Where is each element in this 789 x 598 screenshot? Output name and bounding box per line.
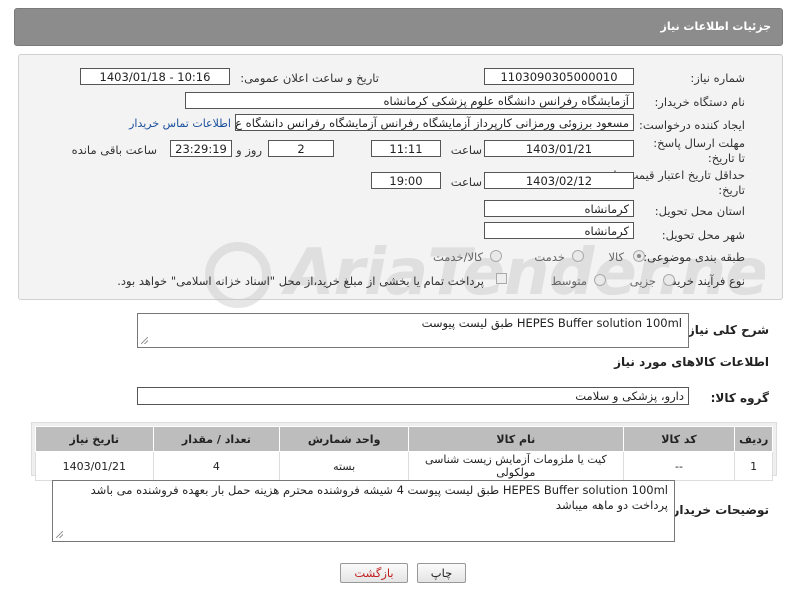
announce-datetime-field: 1403/01/18 - 10:16 — [80, 68, 230, 85]
category-goods-service-radio[interactable] — [490, 250, 502, 262]
cell-row-number: 1 — [734, 451, 773, 481]
cell-item-code: -- — [622, 451, 736, 481]
buyer-notes-line1: HEPES Buffer solution 100ml طبق لیست پیو… — [90, 483, 668, 497]
validity-time-field: 19:00 — [371, 172, 441, 189]
treasury-payment-checkbox[interactable] — [496, 273, 507, 284]
cell-unit: بسته — [279, 451, 410, 481]
category-service-label: خدمت — [534, 250, 565, 264]
goods-group-field: دارو، پزشکی و سلامت — [137, 387, 689, 405]
deadline-date-field: 1403/01/21 — [484, 140, 634, 157]
items-table: ردیف کد کالا نام کالا واحد شمارش تعداد /… — [35, 426, 773, 481]
cell-quantity: 4 — [152, 451, 281, 481]
summary-label: شرح کلی نیاز: — [683, 323, 769, 337]
cell-need-date: 1403/01/21 — [35, 451, 154, 481]
days-field: 2 — [268, 140, 334, 157]
days-label: روز و — [236, 143, 262, 157]
watermark-text: AriaTender.neT — [285, 236, 765, 310]
col-item-code: کد کالا — [622, 426, 736, 452]
col-row-number: ردیف — [734, 426, 773, 452]
city-field: کرمانشاه — [484, 222, 634, 239]
creator-label: ایجاد کننده درخواست: — [639, 118, 745, 132]
payment-note: پرداخت تمام یا بخشی از مبلغ خرید،از محل … — [117, 274, 484, 288]
summary-textarea[interactable]: HEPES Buffer solution 100ml طبق لیست پیو… — [137, 313, 689, 348]
summary-text: HEPES Buffer solution 100ml طبق لیست پیو… — [421, 316, 682, 330]
back-button[interactable]: بازگشت — [340, 563, 408, 583]
process-medium-label: متوسط — [550, 274, 587, 288]
province-field: کرمانشاه — [484, 200, 634, 217]
table-row: 1 -- کیت یا ملزومات آزمایش زیست شناسی مو… — [35, 451, 773, 481]
col-unit: واحد شمارش — [279, 426, 410, 452]
need-number-label: شماره نیاز: — [690, 71, 745, 85]
remaining-label: ساعت باقی مانده — [71, 143, 157, 157]
city-label: شهر محل تحویل: — [661, 228, 745, 242]
buyer-notes-textarea[interactable]: HEPES Buffer solution 100ml طبق لیست پیو… — [52, 480, 675, 542]
validity-date-field: 1403/02/12 — [484, 172, 634, 189]
category-goods-label: کالا — [608, 250, 624, 264]
process-minor-label: جزیی — [629, 274, 656, 288]
buyer-contact-link[interactable]: اطلاعات تماس خریدار — [129, 117, 231, 130]
process-label: نوع فرآیند خرید : — [663, 274, 745, 288]
category-goods-radio[interactable] — [633, 250, 645, 262]
category-service-radio[interactable] — [572, 250, 584, 262]
need-number-field: 1103090305000010 — [484, 68, 634, 85]
deadline-time-label: ساعت — [450, 143, 482, 157]
announce-label: تاریخ و ساعت اعلان عمومی: — [240, 71, 379, 85]
creator-field: مسعود برزوئی ورمزانی کارپرداز آزمایشگاه … — [235, 114, 634, 131]
goods-info-title: اطلاعات کالاهای مورد نیاز — [614, 355, 769, 369]
validity-time-label: ساعت — [450, 175, 482, 189]
col-need-date: تاریخ نیاز — [35, 426, 154, 452]
page-title: جزئیات اطلاعات نیاز — [660, 20, 772, 33]
cell-item-name: کیت یا ملزومات آزمایش زیست شناسی مولکولی — [408, 451, 624, 481]
deadline-time-field: 11:11 — [371, 140, 441, 157]
items-table-header: ردیف کد کالا نام کالا واحد شمارش تعداد /… — [35, 426, 773, 452]
deadline-label: مهلت ارسال پاسخ: تا تاریخ: — [653, 136, 745, 165]
col-item-name: نام کالا — [408, 426, 624, 452]
category-label: طبقه بندی موضوعی: — [643, 250, 745, 264]
items-table-container: ردیف کد کالا نام کالا واحد شمارش تعداد /… — [31, 422, 777, 481]
remaining-time-field: 23:29:19 — [170, 140, 232, 157]
buyer-org-field: آزمایشگاه رفرانس دانشگاه علوم پزشکی کرما… — [185, 92, 634, 109]
process-minor-radio[interactable] — [663, 274, 675, 286]
category-goods-service-label: کالا/خدمت — [432, 250, 483, 264]
buyer-notes-line2: پرداخت دو ماهه میباشد — [555, 498, 668, 512]
province-label: استان محل تحویل: — [654, 204, 745, 218]
col-quantity: تعداد / مقدار — [152, 426, 281, 452]
goods-group-label: گروه کالا: — [710, 391, 769, 405]
print-button[interactable]: چاپ — [417, 563, 466, 583]
buyer-org-label: نام دستگاه خریدار: — [654, 95, 745, 109]
process-medium-radio[interactable] — [594, 274, 606, 286]
buyer-notes-label: توضیحات خریدار: — [667, 503, 769, 517]
